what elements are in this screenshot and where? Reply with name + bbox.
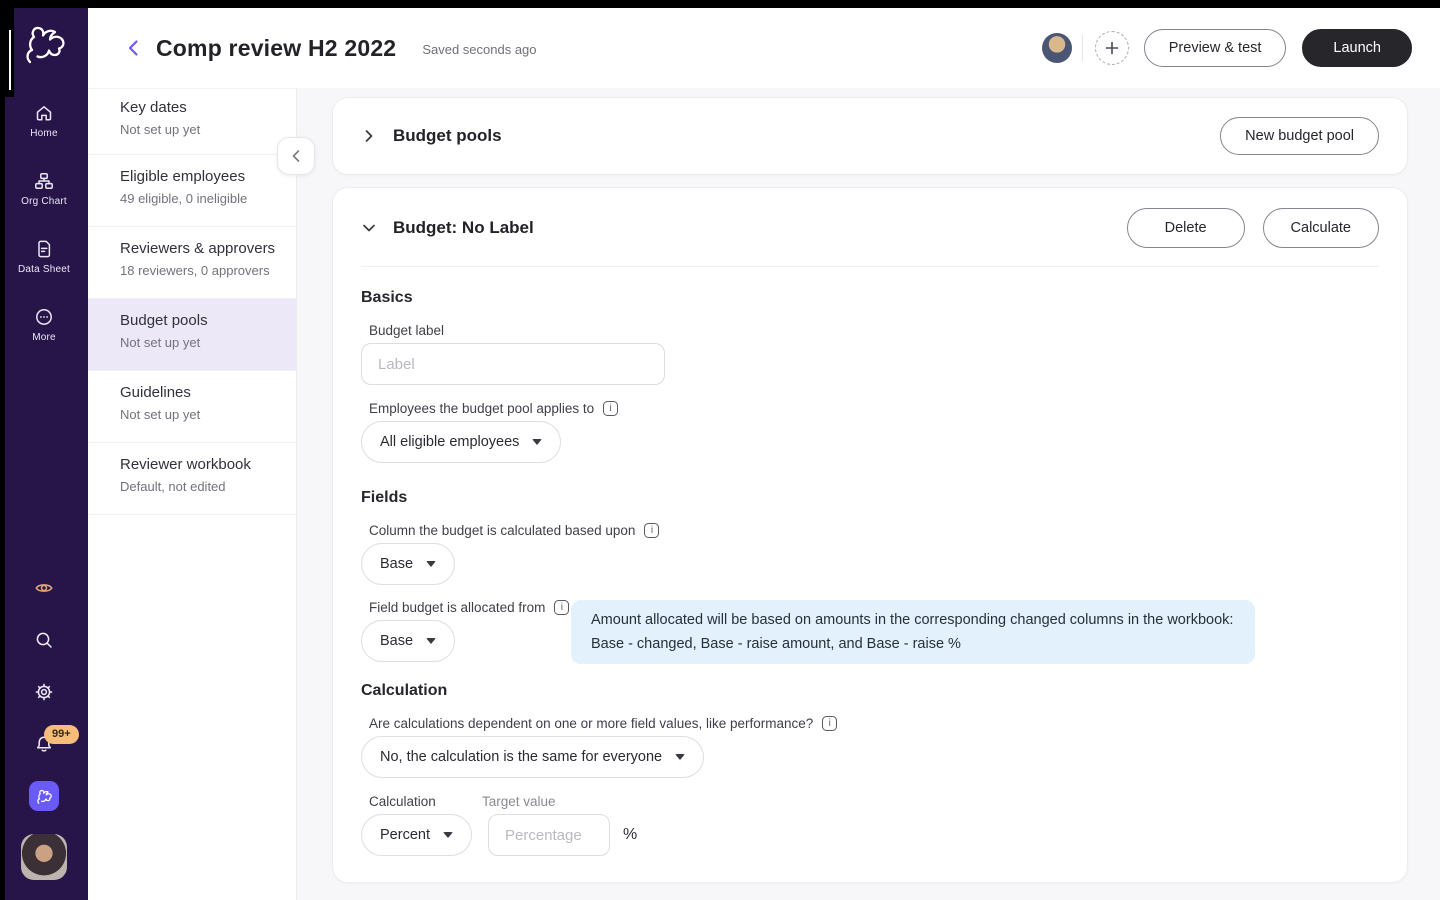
setup-item-key-dates[interactable]: Key dates Not set up yet [88,89,296,155]
page-title: Comp review H2 2022 [156,34,397,61]
notification-count-badge: 99+ [44,725,79,744]
caret-down-icon [532,439,543,445]
info-icon[interactable]: i [554,600,570,615]
setup-item-title: Eligible employees [120,168,246,185]
budget-detail-card: Budget: No Label Delete Calculate Basics… [332,187,1408,883]
setup-item-reviewers-approvers[interactable]: Reviewers & approvers 18 reviewers, 0 ap… [88,227,296,299]
save-status-text: Saved seconds ago [422,42,537,57]
page-header: Comp review H2 2022 Saved seconds ago Pr… [88,8,1440,88]
setup-item-title: Key dates [120,99,187,116]
screen-edge-strip [0,97,5,900]
launch-button[interactable]: Launch [1302,29,1412,67]
sidebar-item-org-chart[interactable]: Org Chart [0,171,88,207]
dependent-label: Are calculations dependent on one or mor… [369,716,1379,731]
pools-card-title: Budget pools [393,126,502,145]
new-budget-pool-button[interactable]: New budget pool [1220,117,1379,155]
org-chart-icon [35,173,53,189]
chevron-down-icon[interactable] [361,220,377,236]
caret-down-icon [442,832,453,838]
column-based-dropdown[interactable]: Base [361,543,456,585]
more-icon [36,309,52,325]
collapse-sidebar-button[interactable] [277,137,315,175]
setup-item-title: Reviewers & approvers [120,240,276,257]
settings-button[interactable] [0,682,88,702]
delete-button[interactable]: Delete [1126,208,1245,248]
setup-steps-sidebar: Key dates Not set up yet Eligible employ… [88,88,297,900]
applies-to-label: Employees the budget pool applies to i [369,401,1379,416]
note-line: Amount allocated will be based on amount… [591,612,1234,628]
app-screen: Home Org Chart Data Sheet More 99+ Comp … [0,0,1440,900]
setup-item-reviewer-workbook[interactable]: Reviewer workbook Default, not edited [88,443,296,515]
percent-suffix: % [622,826,638,843]
budget-pools-summary-card: Budget pools New budget pool [332,97,1408,175]
target-value-label: Target value [482,794,556,809]
caret-down-icon [426,561,437,567]
setup-item-subtitle: 49 eligible, 0 ineligible [120,191,248,206]
applies-to-dropdown[interactable]: All eligible employees [361,421,562,463]
allocation-info-note: Amount allocated will be based on amount… [571,600,1255,664]
preview-test-button[interactable]: Preview & test [1143,29,1287,67]
sidebar-item-label: Data Sheet [17,264,71,275]
setup-item-subtitle: 18 reviewers, 0 approvers [120,263,270,278]
budget-label-label: Budget label [369,323,445,338]
pave-app-switcher-tile[interactable] [29,781,59,811]
setup-item-title: Reviewer workbook [120,456,251,473]
calculate-button[interactable]: Calculate [1262,208,1379,248]
allocated-from-dropdown[interactable]: Base [361,620,456,662]
budget-label-input[interactable] [361,343,665,385]
setup-item-guidelines[interactable]: Guidelines Not set up yet [88,371,296,443]
sidebar-item-label: More [32,332,56,343]
search-button[interactable] [0,630,88,650]
basics-heading: Basics [361,289,413,306]
eye-icon [35,584,53,592]
fields-heading: Fields [361,489,408,506]
note-line: Base - changed, Base - raise amount, and… [591,636,961,652]
sidebar-item-data-sheet[interactable]: Data Sheet [0,239,88,275]
current-user-avatar[interactable] [21,834,67,880]
primary-nav-rail: Home Org Chart Data Sheet More 99+ [0,8,88,900]
data-sheet-icon [38,240,51,258]
main-content: Budget pools New budget pool Budget: No … [297,88,1440,900]
column-based-label: Column the budget is calculated based up… [369,523,1379,538]
sidebar-item-more[interactable]: More [0,307,88,343]
home-icon [36,106,52,121]
header-divider [1081,35,1083,61]
setup-item-title: Budget pools [120,312,208,329]
chevron-right-icon[interactable] [361,128,377,144]
setup-item-subtitle: Not set up yet [120,122,201,137]
calc-type-label: Calculation [369,794,436,809]
calc-type-dropdown[interactable]: Percent [361,814,472,856]
budget-card-title: Budget: No Label [393,218,534,237]
info-icon[interactable]: i [603,401,619,416]
impersonation-eye-button[interactable] [0,578,88,598]
section-divider [361,266,1379,267]
collaborator-avatar[interactable] [1041,33,1072,63]
info-icon[interactable]: i [644,523,660,538]
add-collaborator-button[interactable] [1094,31,1129,65]
back-button[interactable] [120,35,146,61]
setup-item-title: Guidelines [120,384,191,401]
sidebar-item-label: Home [30,128,58,139]
rabbit-icon [37,789,52,804]
setup-item-subtitle: Not set up yet [120,335,201,350]
target-value-input[interactable] [487,814,610,856]
chevron-left-icon [128,40,138,56]
allocated-from-label: Field budget is allocated from i [369,600,571,615]
calculation-heading: Calculation [361,682,448,699]
info-icon[interactable]: i [822,716,838,731]
sidebar-item-label: Org Chart [21,196,67,207]
setup-item-subtitle: Not set up yet [120,407,201,422]
caret-down-icon [426,638,437,644]
pave-rabbit-logo[interactable] [0,22,88,66]
sidebar-item-home[interactable]: Home [0,103,88,139]
setup-item-eligible-employees[interactable]: Eligible employees 49 eligible, 0 inelig… [88,155,296,227]
dependent-dropdown[interactable]: No, the calculation is the same for ever… [361,736,705,778]
chevron-left-icon [292,150,300,162]
gear-icon [35,683,53,701]
setup-item-budget-pools[interactable]: Budget pools Not set up yet [88,299,296,371]
plus-icon [1105,41,1119,55]
setup-item-subtitle: Default, not edited [120,479,226,494]
search-icon [36,632,52,648]
caret-down-icon [675,754,686,760]
